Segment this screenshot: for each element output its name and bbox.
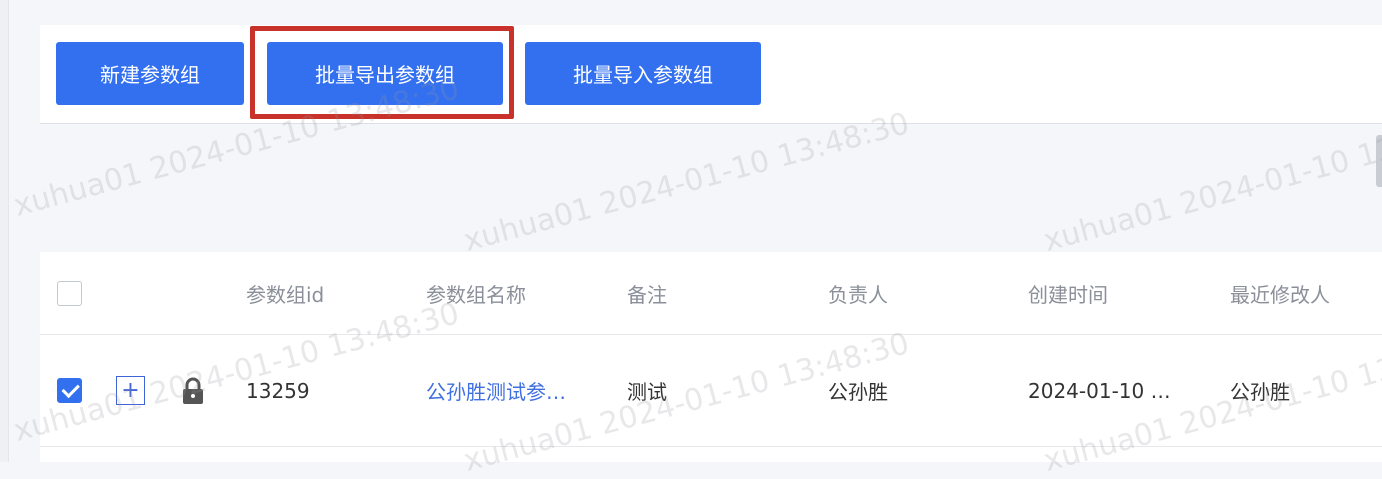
row-lock-cell bbox=[180, 335, 206, 446]
new-param-group-button[interactable]: 新建参数组 bbox=[56, 42, 244, 105]
row-name-cell: 公孙胜测试参… bbox=[426, 335, 606, 446]
column-header-owner[interactable]: 负责人 bbox=[828, 252, 1018, 334]
row-remark: 测试 bbox=[627, 380, 667, 404]
column-header-remark[interactable]: 备注 bbox=[627, 252, 817, 334]
watermark-text: xuhua01 2024-01-10 13:48:30 bbox=[460, 106, 913, 259]
row-created: 2024-01-10 … bbox=[1028, 378, 1171, 403]
plus-icon[interactable]: + bbox=[116, 376, 145, 405]
row-select-cell bbox=[57, 335, 82, 446]
param-group-table: 参数组id 参数组名称 备注 负责人 创建时间 最近修改人 + 13259 公孙… bbox=[40, 252, 1382, 462]
table-row: + 13259 公孙胜测试参… 测试 公孙胜 2024-01-10 … 公孙胜 bbox=[40, 335, 1382, 447]
column-header-name[interactable]: 参数组名称 bbox=[426, 252, 616, 334]
batch-export-param-group-button[interactable]: 批量导出参数组 bbox=[267, 42, 503, 105]
row-modifier: 公孙胜 bbox=[1230, 380, 1290, 404]
left-panel-edge bbox=[0, 0, 9, 462]
right-scroll-handle[interactable] bbox=[1376, 135, 1382, 187]
column-header-id[interactable]: 参数组id bbox=[246, 252, 416, 334]
column-header-modifier[interactable]: 最近修改人 bbox=[1230, 252, 1382, 334]
row-id: 13259 bbox=[246, 378, 310, 403]
batch-import-param-group-button[interactable]: 批量导入参数组 bbox=[525, 42, 761, 105]
select-all-cell bbox=[57, 252, 82, 334]
column-header-created[interactable]: 创建时间 bbox=[1028, 252, 1218, 334]
select-all-checkbox[interactable] bbox=[57, 280, 82, 306]
row-checkbox[interactable] bbox=[57, 378, 82, 403]
lock-icon bbox=[183, 377, 203, 404]
check-icon bbox=[61, 379, 80, 398]
table-header-row: 参数组id 参数组名称 备注 负责人 创建时间 最近修改人 bbox=[40, 252, 1382, 335]
toolbar: 新建参数组 批量导出参数组 批量导入参数组 bbox=[40, 25, 1382, 124]
row-owner: 公孙胜 bbox=[828, 380, 888, 404]
row-name-link[interactable]: 公孙胜测试参… bbox=[426, 376, 606, 405]
row-expand-cell: + bbox=[116, 335, 145, 446]
watermark-text: xuhua01 2024-01-10 13:48:30 bbox=[1040, 106, 1382, 259]
